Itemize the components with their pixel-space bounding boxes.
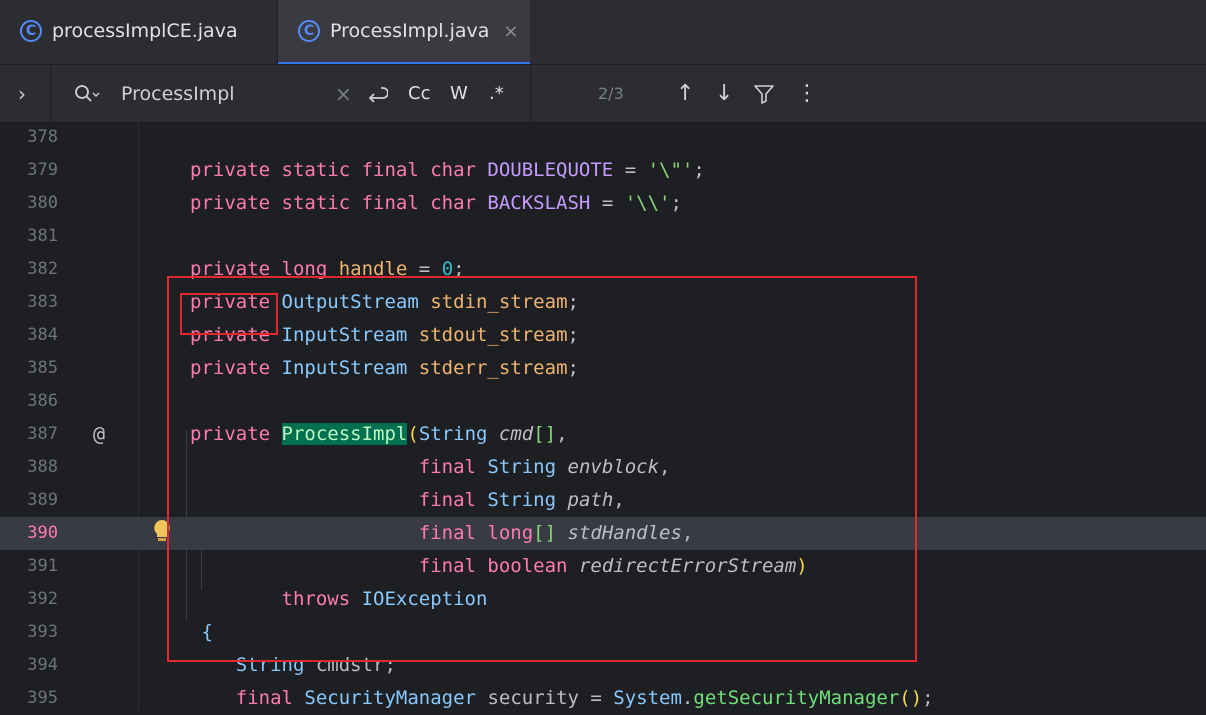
- line-number: 382: [27, 259, 58, 279]
- class-icon: C: [20, 20, 42, 42]
- search-icon: [75, 84, 100, 102]
- whole-words-toggle[interactable]: W: [450, 65, 468, 122]
- line-number: 394: [27, 655, 58, 675]
- line-number: 378: [27, 127, 58, 147]
- code-line[interactable]: 381: [0, 220, 1206, 253]
- line-number: 383: [27, 292, 58, 312]
- line-number: 387: [27, 424, 58, 444]
- divider: [530, 65, 531, 122]
- line-number: 389: [27, 490, 58, 510]
- code-line[interactable]: 378: [0, 121, 1206, 154]
- line-number: 395: [27, 688, 58, 708]
- implementation-marker-icon[interactable]: @: [93, 422, 105, 446]
- search-history-button[interactable]: [74, 65, 100, 122]
- code-line[interactable]: 395 final SecurityManager security = Sys…: [0, 682, 1206, 715]
- code-editor[interactable]: 378 379 private static final char DOUBLEQU…: [0, 122, 1206, 710]
- code-text[interactable]: private static final char BACKSLASH = '\…: [190, 187, 682, 220]
- line-number: 384: [27, 325, 58, 345]
- match-case-toggle[interactable]: Cc: [408, 65, 430, 122]
- close-icon: ×: [335, 81, 352, 106]
- code-text[interactable]: final SecurityManager security = System.…: [190, 682, 934, 715]
- divider: [50, 65, 51, 122]
- find-bar: › ProcessImpl × Cc W .* 2/3 ↑ ↓ ⋮: [0, 65, 1206, 123]
- line-number: 392: [27, 589, 58, 609]
- line-number: 393: [27, 622, 58, 642]
- expand-replace-button[interactable]: ›: [18, 65, 26, 122]
- tab-label: processImplCE.java: [52, 20, 238, 42]
- next-occurrence-button[interactable]: ↓: [715, 65, 733, 122]
- tab-processimplce[interactable]: C processImplCE.java: [0, 0, 277, 62]
- highlight-box: [180, 293, 278, 335]
- line-number: 388: [27, 457, 58, 477]
- code-text[interactable]: private static final char DOUBLEQUOTE = …: [190, 154, 705, 187]
- code-line[interactable]: 380 private static final char BACKSLASH =…: [0, 187, 1206, 220]
- clear-search-button[interactable]: ×: [335, 65, 352, 122]
- chevron-right-icon: ›: [18, 81, 26, 106]
- arrow-down-icon: ↓: [715, 81, 734, 106]
- line-number: 381: [27, 226, 58, 246]
- line-number: 386: [27, 391, 58, 411]
- line-number: 391: [27, 556, 58, 576]
- editor-tab-bar: C processImplCE.java C ProcessImpl.java …: [0, 0, 1206, 65]
- code-line[interactable]: 379 private static final char DOUBLEQUOTE…: [0, 154, 1206, 187]
- search-input[interactable]: ProcessImpl: [121, 65, 235, 122]
- line-number: 380: [27, 193, 58, 213]
- filter-button[interactable]: [753, 65, 775, 122]
- tab-processimpl[interactable]: C ProcessImpl.java ×: [278, 0, 530, 64]
- new-line-button[interactable]: [366, 65, 388, 122]
- filter-icon: [754, 84, 774, 104]
- more-options-button[interactable]: ⋮: [796, 65, 818, 122]
- line-number: 385: [27, 358, 58, 378]
- line-number: 379: [27, 160, 58, 180]
- newline-icon: [368, 86, 388, 103]
- match-count: 2/3: [598, 84, 624, 103]
- tab-label: ProcessImpl.java: [330, 20, 490, 42]
- close-icon[interactable]: ×: [503, 21, 518, 42]
- highlight-box: [167, 276, 917, 662]
- regex-toggle[interactable]: .*: [489, 65, 504, 122]
- previous-occurrence-button[interactable]: ↑: [676, 65, 694, 122]
- arrow-up-icon: ↑: [676, 81, 695, 106]
- more-vertical-icon: ⋮: [796, 81, 818, 106]
- class-icon: C: [298, 20, 320, 42]
- line-number: 390: [27, 523, 58, 543]
